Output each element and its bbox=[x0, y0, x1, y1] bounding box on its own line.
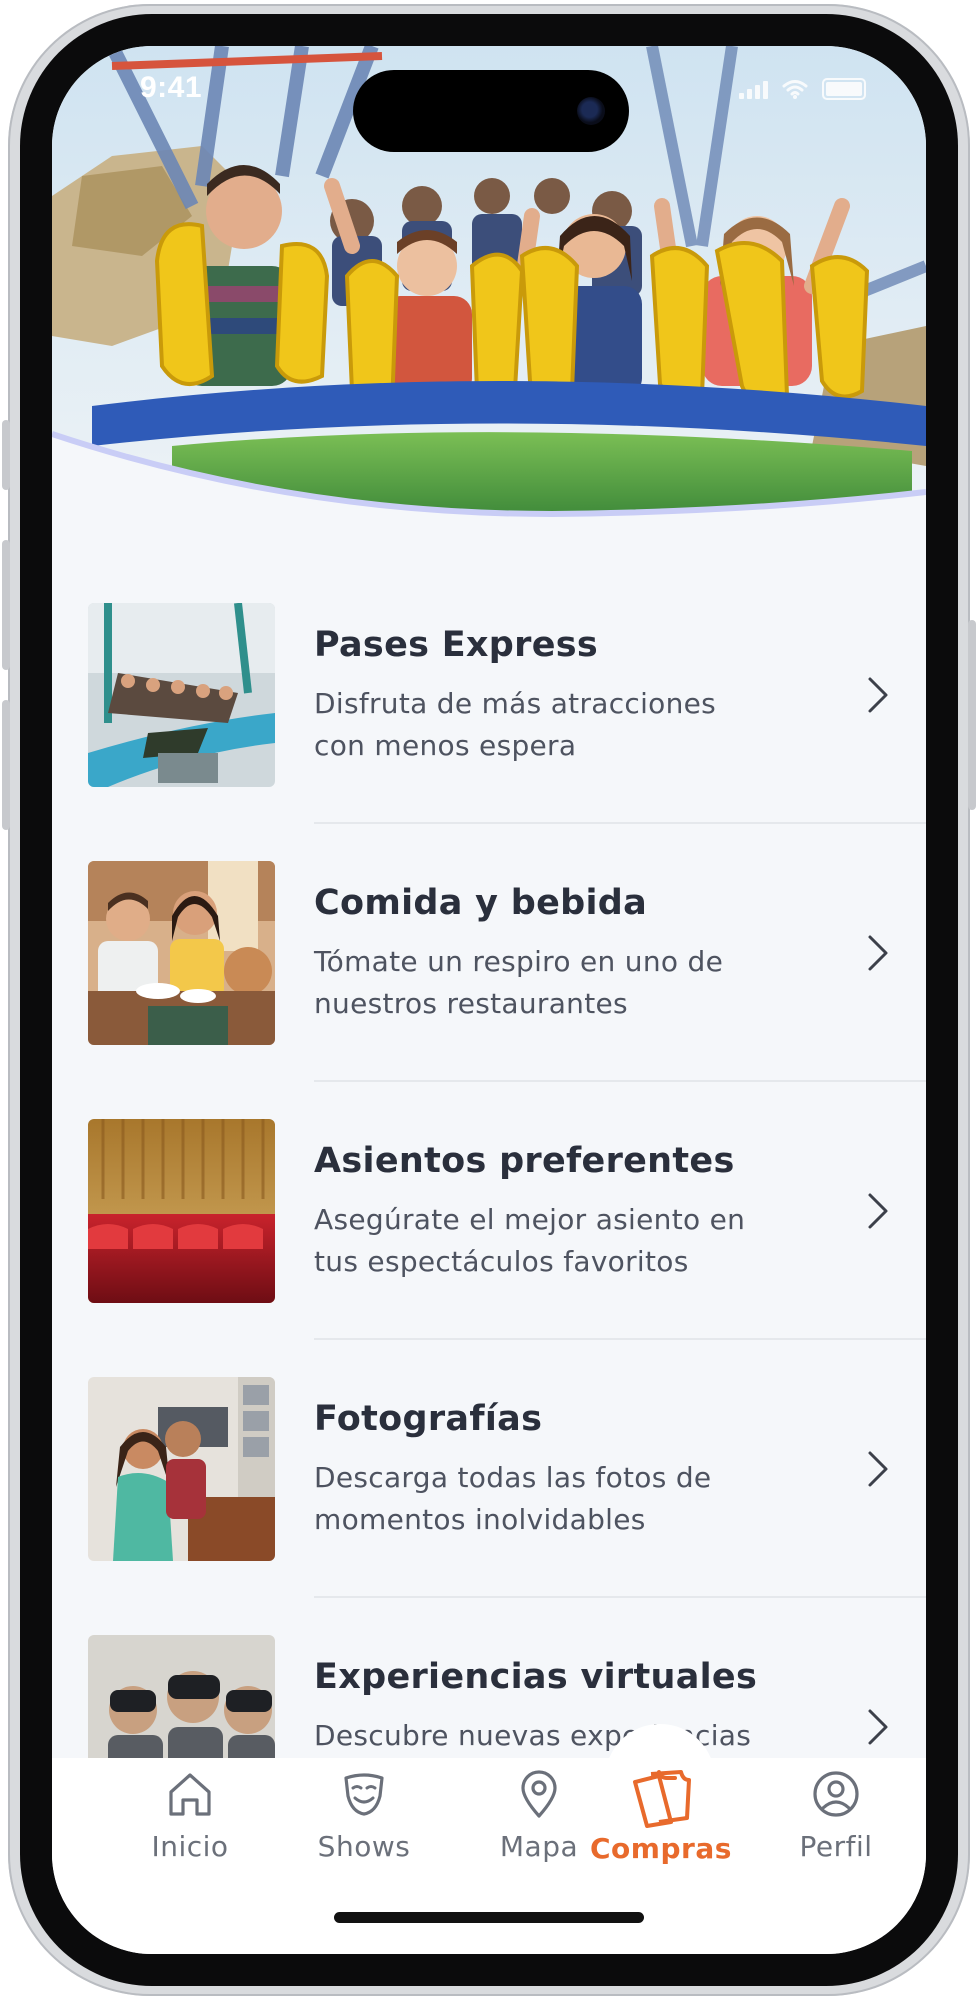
screen: 9:41 Pases Express Disfruta de más atrac… bbox=[52, 46, 926, 1954]
volume-down-button bbox=[2, 700, 10, 830]
item-description: Disfruta de más atracciones con menos es… bbox=[314, 687, 717, 762]
wifi-icon bbox=[782, 80, 808, 99]
tab-label: Shows bbox=[317, 1830, 411, 1863]
camera-icon bbox=[577, 97, 605, 125]
tab-mapa[interactable]: Mapa bbox=[469, 1768, 609, 1863]
item-description: Asegúrate el mejor asiento en tus espect… bbox=[314, 1203, 746, 1278]
divider bbox=[314, 1080, 926, 1082]
photo-shop-thumb bbox=[88, 1377, 275, 1561]
family-dinner-thumb bbox=[88, 861, 275, 1045]
list-item-asientos-preferentes[interactable]: Asientos preferentes Asegúrate el mejor … bbox=[52, 1119, 926, 1377]
tab-label: Perfil bbox=[799, 1830, 873, 1863]
chevron-right-icon bbox=[868, 677, 888, 713]
tab-label: Inicio bbox=[151, 1830, 229, 1863]
item-description: Descarga todas las fotos de momentos ino… bbox=[314, 1461, 712, 1536]
item-description: Tómate un respiro en uno de nuestros res… bbox=[314, 945, 724, 1020]
chevron-right-icon bbox=[868, 1193, 888, 1229]
chevron-right-icon bbox=[868, 935, 888, 971]
chevron-right-icon bbox=[868, 1451, 888, 1487]
status-time: 9:41 bbox=[140, 71, 203, 104]
item-title: Experiencias virtuales bbox=[314, 1657, 758, 1697]
tab-perfil[interactable]: Perfil bbox=[766, 1768, 906, 1863]
signal-icon bbox=[739, 79, 768, 99]
tab-label: Compras bbox=[590, 1832, 732, 1865]
item-title: Comida y bebida bbox=[314, 883, 648, 923]
tab-compras[interactable]: Compras bbox=[590, 1768, 732, 1865]
coaster-thumb bbox=[88, 603, 275, 787]
volume-up-button bbox=[2, 540, 10, 670]
home-icon bbox=[169, 1773, 211, 1816]
divider bbox=[314, 1596, 926, 1598]
map-pin-icon bbox=[521, 1770, 557, 1818]
user-icon bbox=[813, 1771, 859, 1817]
chevron-right-icon bbox=[868, 1709, 888, 1745]
list-item-comida-bebida[interactable]: Comida y bebida Tómate un respiro en uno… bbox=[52, 861, 926, 1119]
battery-icon bbox=[822, 78, 866, 100]
tab-shows[interactable]: Shows bbox=[294, 1768, 434, 1863]
item-title: Pases Express bbox=[314, 625, 599, 665]
tickets-icon bbox=[633, 1770, 691, 1828]
theater-mask-icon bbox=[344, 1773, 384, 1816]
divider bbox=[314, 822, 926, 824]
hero-image: 9:41 bbox=[52, 46, 926, 526]
tab-label: Mapa bbox=[499, 1830, 579, 1863]
list-item-fotografias[interactable]: Fotografías Descarga todas las fotos de … bbox=[52, 1377, 926, 1635]
dynamic-island bbox=[353, 70, 629, 152]
item-title: Asientos preferentes bbox=[314, 1141, 735, 1181]
home-indicator[interactable] bbox=[334, 1912, 644, 1923]
mute-switch bbox=[2, 420, 10, 490]
list-item-pases-express[interactable]: Pases Express Disfruta de más atraccione… bbox=[52, 603, 926, 861]
divider bbox=[314, 1338, 926, 1340]
status-icons bbox=[739, 78, 866, 100]
tab-inicio[interactable]: Inicio bbox=[120, 1768, 260, 1863]
power-button bbox=[968, 620, 976, 810]
item-title: Fotografías bbox=[314, 1399, 543, 1439]
purchase-options-list: Pases Express Disfruta de más atraccione… bbox=[52, 603, 926, 1893]
theater-seats-thumb bbox=[88, 1119, 275, 1303]
